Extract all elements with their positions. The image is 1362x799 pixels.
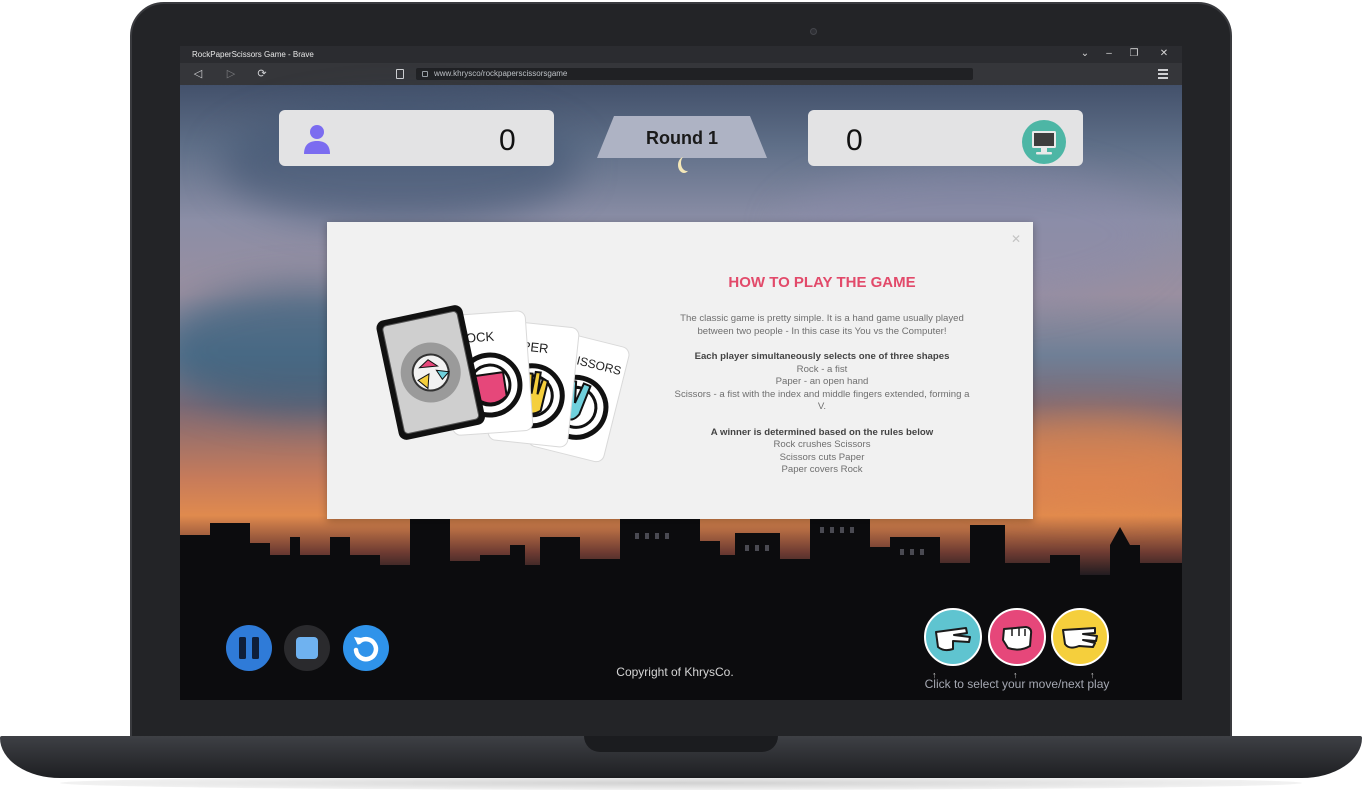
screen: RockPaperScissors Game - Brave ⌄ – ❐ ✕ ◁…	[180, 46, 1182, 700]
shape-rock: Rock - a fist	[796, 363, 848, 375]
how-to-play-modal: ✕ SCISSORS PAPER	[327, 222, 1033, 519]
rock-move-button[interactable]	[988, 608, 1046, 666]
player-score-card: 0	[279, 110, 554, 166]
round-label: Round 1	[646, 128, 718, 148]
menu-icon[interactable]	[1158, 69, 1168, 81]
scissors-hand-icon	[935, 627, 971, 652]
rules-heading: A winner is determined based on the rule…	[710, 426, 934, 438]
restart-button[interactable]	[343, 625, 389, 671]
scissors-move-button[interactable]	[924, 608, 982, 666]
move-hint: Click to select your move/next play	[924, 677, 1110, 691]
round-banner: Round 1	[597, 116, 767, 158]
chevron-down-icon[interactable]: ⌄	[1078, 48, 1092, 59]
close-icon[interactable]: ✕	[1011, 232, 1021, 246]
modal-body: The classic game is pretty simple. It is…	[672, 313, 972, 477]
rule-scissors: Scissors cuts Paper	[779, 451, 865, 463]
rock-fist-icon	[1002, 626, 1033, 651]
browser-toolbar: ◁ ▷ ⟳ www.khrysco/rockpaperscissorsgame	[180, 63, 1182, 85]
restart-icon	[353, 636, 379, 662]
paper-hand-icon	[1062, 627, 1098, 649]
back-icon[interactable]: ◁	[191, 67, 205, 80]
rule-rock: Rock crushes Scissors	[773, 439, 871, 450]
url-text: www.khrysco/rockpaperscissorsgame	[434, 69, 568, 78]
minimize-icon[interactable]: –	[1102, 48, 1116, 59]
lock-icon	[422, 71, 428, 77]
copyright: Copyright of KhrysCo.	[616, 665, 734, 679]
shape-paper: Paper - an open hand	[775, 376, 869, 387]
close-window-icon[interactable]: ✕	[1157, 48, 1171, 59]
paper-move-button[interactable]	[1051, 608, 1109, 666]
window-titlebar: RockPaperScissors Game - Brave ⌄ – ❐ ✕	[180, 46, 1182, 63]
reload-icon[interactable]: ⟳	[255, 67, 269, 80]
pause-icon	[239, 637, 259, 659]
stop-icon	[296, 637, 318, 659]
user-icon	[304, 125, 330, 154]
modal-heading: HOW TO PLAY THE GAME	[728, 274, 916, 291]
restore-icon[interactable]: ❐	[1127, 48, 1141, 59]
shapes-heading: Each player simultaneously selects one o…	[694, 351, 950, 362]
rule-paper: Paper covers Rock	[781, 464, 863, 475]
laptop-notch	[584, 736, 778, 752]
monitor-icon	[1022, 120, 1066, 164]
laptop-shadow	[60, 776, 1302, 790]
moon	[681, 155, 693, 171]
bookmark-icon[interactable]	[396, 69, 404, 79]
computer-score-card: 0	[808, 110, 1083, 166]
shape-scissors: Scissors - a fist with the index and mid…	[674, 388, 970, 413]
address-bar[interactable]: www.khrysco/rockpaperscissorsgame	[416, 68, 973, 80]
intro-text: The classic game is pretty simple. It is…	[680, 313, 964, 337]
stop-button[interactable]	[284, 625, 330, 671]
pause-button[interactable]	[226, 625, 272, 671]
camera	[810, 28, 817, 35]
game-viewport: 0 Round 1 0 ✕ SCISSORS ROCK HOW TO PLAY …	[180, 85, 1182, 700]
computer-score: 0	[846, 124, 863, 157]
rps-cards-illustration: SCISSORS PAPER ROCK	[376, 305, 630, 463]
window-title: RockPaperScissors Game - Brave	[192, 50, 314, 59]
player-score: 0	[499, 124, 516, 157]
forward-icon[interactable]: ▷	[224, 67, 238, 80]
